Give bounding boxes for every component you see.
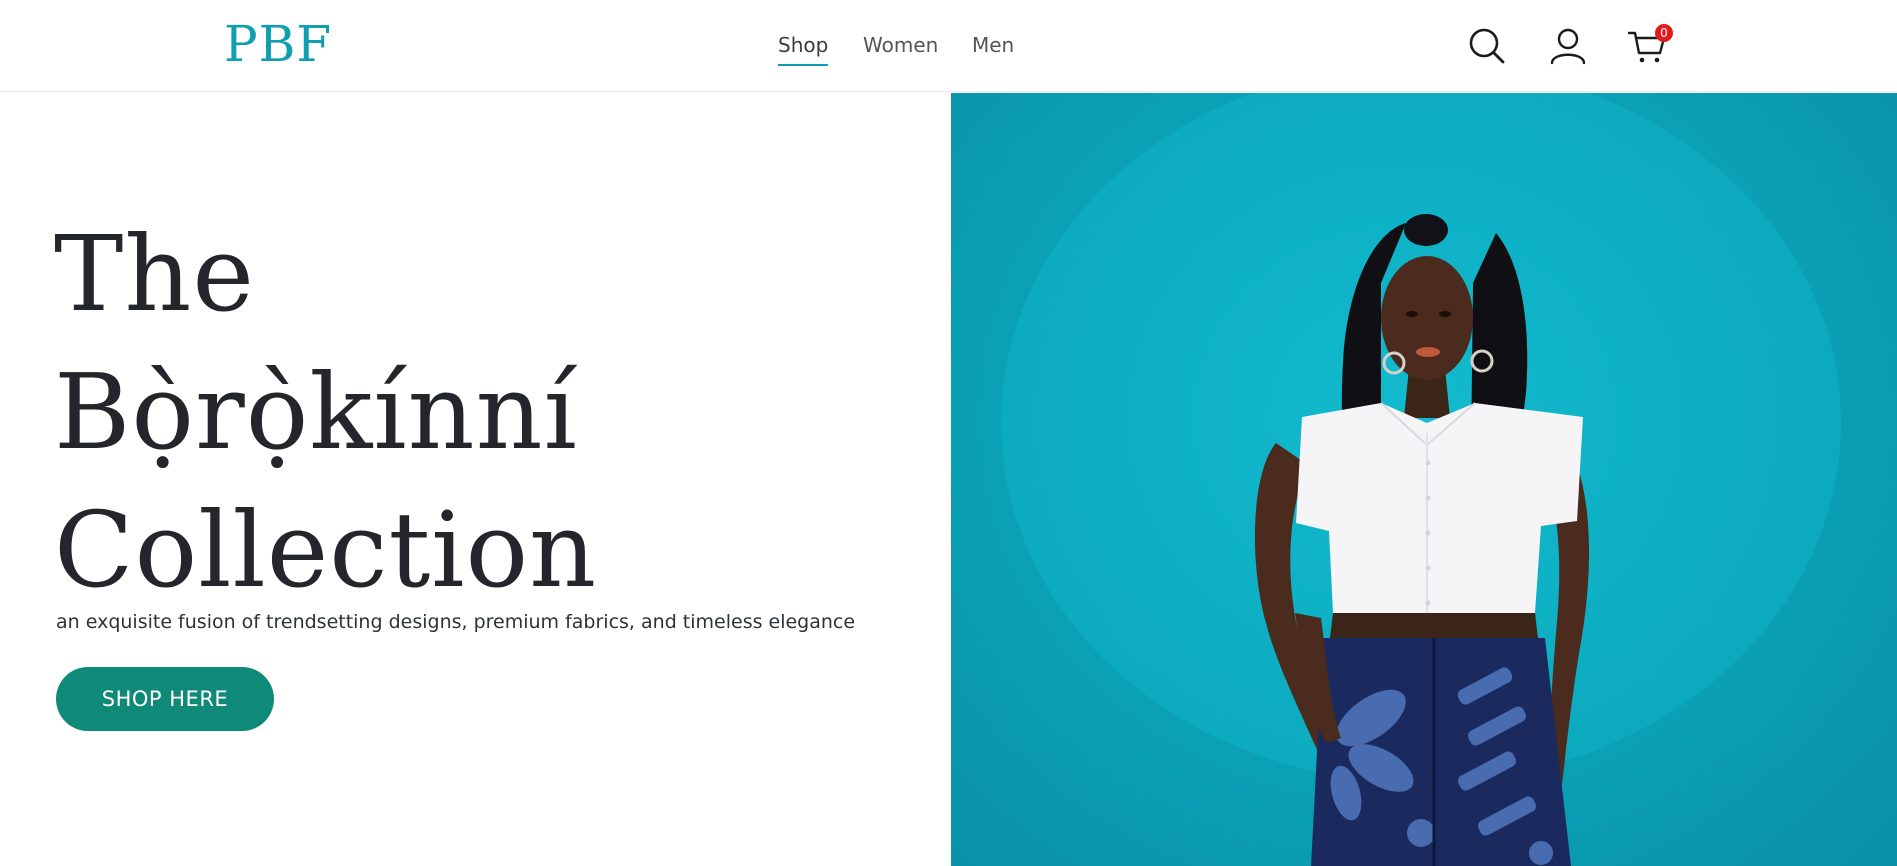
cart-count-badge: 0: [1655, 24, 1673, 42]
hero-image: [951, 93, 1897, 866]
search-button[interactable]: [1465, 24, 1509, 68]
nav-link-women[interactable]: Women: [863, 30, 938, 64]
hero-title-line-3: Collection: [54, 489, 598, 611]
cart-button[interactable]: 0: [1625, 24, 1673, 68]
search-icon: [1469, 28, 1505, 64]
nav-link-men[interactable]: Men: [972, 30, 1014, 64]
hero-title: The Bọ̀rọ̀kínní Collection: [54, 205, 597, 619]
brand-logo[interactable]: PBF: [224, 18, 332, 70]
model-photo: [1001, 93, 1841, 866]
nav-link-shop[interactable]: Shop: [778, 30, 829, 66]
user-icon: [1550, 28, 1586, 65]
hero-title-line-2: Bọ̀rọ̀kínní: [54, 351, 578, 473]
hero-subtitle: an exquisite fusion of trendsetting desi…: [56, 611, 856, 633]
shop-here-button[interactable]: SHOP HERE: [56, 667, 274, 731]
account-button[interactable]: [1546, 24, 1590, 68]
site-header: PBF Shop Women Men 0: [0, 0, 1897, 92]
hero-title-line-1: The: [54, 213, 255, 335]
